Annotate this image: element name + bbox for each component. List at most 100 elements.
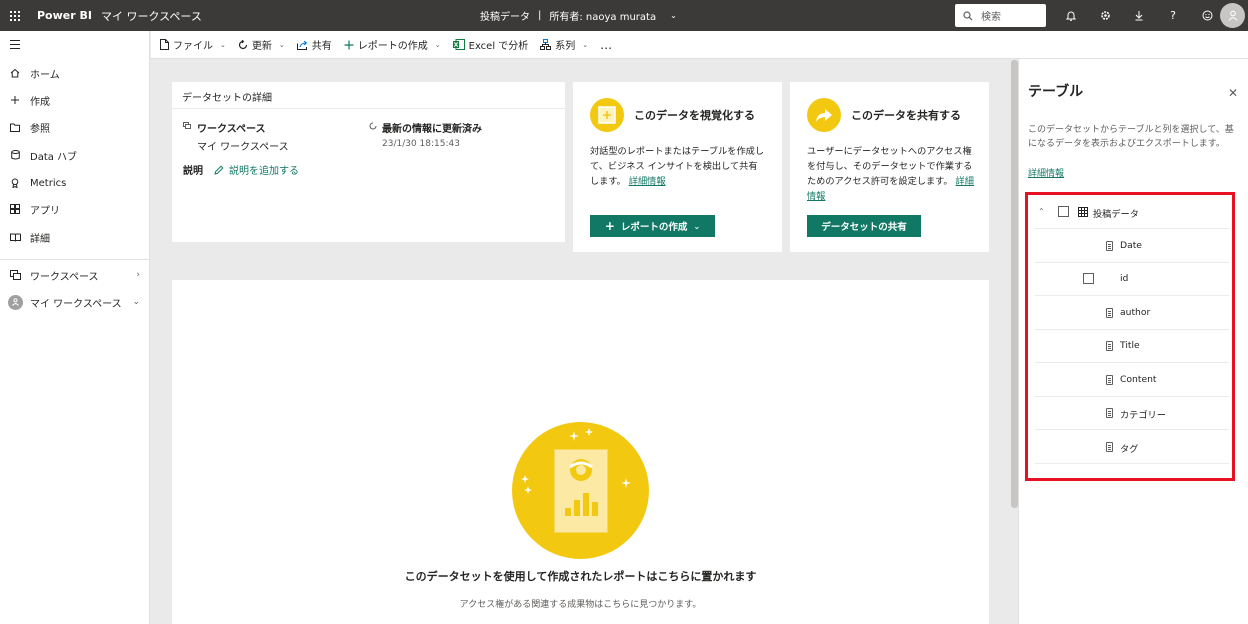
nav-item-browse[interactable]: 参照 [0, 114, 150, 140]
waffle-icon [10, 10, 20, 21]
refresh-status-label: 最新の情報に更新済み [382, 124, 482, 135]
feedback-button[interactable] [1190, 0, 1224, 31]
nav-item-label: ホーム [30, 69, 60, 81]
apps-icon [0, 204, 30, 214]
notifications-button[interactable] [1054, 0, 1088, 31]
tables-learn-more-link[interactable]: 詳細情報 [1028, 166, 1064, 179]
share-button[interactable]: 共有 [294, 31, 335, 59]
visualize-learn-more-link[interactable]: 詳細情報 [629, 176, 666, 187]
nav-item-metrics[interactable]: Metrics [0, 170, 150, 196]
trophy-icon [0, 178, 30, 188]
visualize-data-card: このデータを視覚化する 対話型のレポートまたはテーブルを作成して、ビジネス イン… [573, 82, 782, 252]
chevron-down-icon: ⌄ [670, 11, 677, 20]
description-label: 説明 [183, 166, 203, 177]
title-separator: | [538, 10, 542, 21]
download-icon [1135, 11, 1143, 21]
workspace-icon [183, 122, 191, 129]
workspaces-icon [0, 270, 30, 280]
help-button[interactable]: ? [1156, 0, 1190, 31]
nav-item-learn[interactable]: 詳細 [0, 224, 150, 250]
field-row-title[interactable]: Title [1035, 330, 1229, 363]
field-icon [1106, 341, 1113, 351]
excel-icon [452, 39, 465, 50]
field-row-id[interactable]: id [1035, 263, 1229, 296]
nav-item-my-workspace[interactable]: マイ ワークスペース ⌄ [0, 289, 150, 315]
lineage-menu-button[interactable]: 系列 ⌄ [537, 31, 591, 59]
dataset-details-title: データセットの詳細 [182, 93, 272, 104]
field-row-author[interactable]: author [1035, 297, 1229, 330]
more-options-button[interactable]: … [597, 31, 615, 59]
dataset-title: 投稿データ [480, 12, 530, 23]
field-row-content[interactable]: Content [1035, 364, 1229, 397]
main-scrollbar[interactable] [1011, 60, 1018, 508]
nav-item-apps[interactable]: アプリ [0, 196, 150, 222]
field-checkbox[interactable] [1083, 273, 1094, 284]
field-row-tag[interactable]: タグ [1035, 431, 1229, 464]
share-title: このデータを共有する [851, 109, 961, 122]
chevron-down-icon: ⌄ [220, 40, 226, 49]
search-input[interactable]: 検索 [955, 4, 1046, 27]
field-label: Title [1120, 340, 1140, 351]
chevron-down-icon: ⌄ [434, 40, 441, 49]
settings-button[interactable] [1088, 0, 1122, 31]
nav-item-label: アプリ [30, 205, 60, 217]
analyze-in-excel-label: Excel で分析 [468, 41, 529, 52]
nav-item-workspaces[interactable]: ワークスペース › [0, 262, 150, 288]
chevron-right-icon: › [136, 270, 140, 280]
tables-pane-description: このデータセットからテーブルと列を選択して、基になるデータを表示およびエクスポー… [1028, 125, 1234, 149]
lineage-label: 系列 [555, 41, 576, 52]
analyze-in-excel-button[interactable]: Excel で分析 [450, 31, 532, 59]
workspace-label: ワークスペース [197, 124, 266, 135]
workspace-breadcrumb[interactable]: マイ ワークスペース [101, 8, 202, 24]
visualize-description: 対話型のレポートまたはテーブルを作成して、ビジネス インサイトを検出して共有しま… [590, 144, 766, 189]
add-description-label: 説明を追加する [229, 166, 299, 177]
home-icon [0, 68, 30, 78]
file-menu-button[interactable]: ファイル ⌄ [157, 31, 229, 59]
create-report-button[interactable]: + レポートの作成 ⌄ [590, 215, 715, 237]
app-name[interactable]: Power BI [37, 9, 92, 22]
visualize-body: 対話型のレポートまたはテーブルを作成して、ビジネス インサイトを検出して共有しま… [590, 146, 765, 187]
empty-state-title: このデータセットを使用して作成されたレポートはこちらに置かれます [404, 570, 757, 583]
search-placeholder: 検索 [981, 12, 1001, 23]
chevron-down-icon: ⌄ [132, 297, 140, 307]
nav-item-label: Data ハブ [30, 151, 78, 163]
create-report-menu-button[interactable]: レポートの作成 ⌄ [341, 31, 444, 59]
nav-item-create[interactable]: 作成 [0, 87, 150, 113]
visualize-title: このデータを視覚化する [634, 109, 755, 122]
field-row-category[interactable]: カテゴリー [1035, 397, 1229, 430]
field-label: Content [1120, 374, 1157, 385]
table-icon [1078, 207, 1088, 217]
book-icon [0, 233, 30, 242]
nav-item-home[interactable]: ホーム [0, 60, 150, 86]
file-icon [160, 39, 169, 50]
file-label: ファイル [173, 41, 213, 52]
database-icon [0, 150, 30, 160]
hamburger-menu-icon[interactable] [10, 40, 20, 52]
field-icon [1106, 308, 1113, 318]
close-icon[interactable]: ✕ [1228, 86, 1238, 100]
sparkle-icon [521, 475, 532, 494]
dataset-title-menu[interactable]: 投稿データ | 所有者: naoya murata ⌄ [480, 0, 677, 31]
download-button[interactable] [1122, 0, 1156, 31]
app-launcher-button[interactable] [0, 0, 30, 31]
share-dataset-button[interactable]: データセットの共有 [807, 215, 921, 237]
chevron-down-icon: ⌄ [278, 40, 285, 49]
table-checkbox[interactable] [1058, 206, 1069, 217]
chevron-up-icon[interactable]: ⌃ [1038, 207, 1045, 216]
command-bar: ファイル ⌄ 更新 ⌄ 共有 レポートの作成 ⌄ Excel で分析 系列 ⌄ … [151, 31, 1248, 59]
plus-icon [0, 95, 30, 105]
related-reports-card: このデータセットを使用して作成されたレポートはこちらに置かれます アクセス権があ… [172, 280, 989, 624]
more-icon: … [600, 37, 613, 52]
refresh-icon [238, 39, 247, 49]
refresh-menu-button[interactable]: 更新 ⌄ [235, 31, 288, 59]
tables-pane: テーブル ✕ このデータセットからテーブルと列を選択して、基になるデータを表示お… [1018, 59, 1248, 624]
share-icon [296, 40, 308, 50]
field-icon [1106, 408, 1113, 418]
table-row[interactable]: ⌃ 投稿データ [1035, 196, 1229, 229]
account-avatar[interactable] [1220, 3, 1245, 28]
report-page-icon [554, 449, 608, 533]
nav-item-data-hub[interactable]: Data ハブ [0, 142, 150, 168]
smiley-icon [1202, 10, 1212, 21]
add-description-link[interactable]: 説明を追加する [214, 162, 299, 177]
field-row-date[interactable]: Date [1035, 230, 1229, 263]
